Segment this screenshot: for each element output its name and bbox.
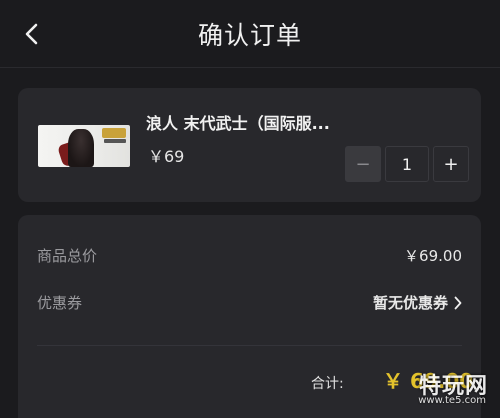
coupon-label: 优惠券 bbox=[37, 294, 83, 312]
subtotal-label: 商品总价 bbox=[37, 247, 98, 265]
product-name[interactable]: 浪人 末代武士（国际服... bbox=[146, 110, 366, 134]
decrease-quantity-button[interactable]: − bbox=[345, 146, 381, 182]
coupon-value: 暂无优惠券 bbox=[372, 294, 448, 312]
subtotal-value: ￥69.00 bbox=[404, 247, 462, 265]
quantity-value[interactable]: 1 bbox=[385, 146, 429, 182]
product-thumbnail[interactable] bbox=[38, 125, 130, 167]
coupon-row[interactable]: 优惠券 暂无优惠券 bbox=[37, 292, 462, 316]
divider bbox=[37, 345, 462, 346]
watermark-logo: 特玩网 www.te5.com bbox=[380, 366, 492, 412]
subtotal-row: 商品总价 ￥69.00 bbox=[37, 245, 462, 269]
increase-quantity-button[interactable]: + bbox=[433, 146, 469, 182]
chevron-right-icon bbox=[454, 296, 462, 309]
order-confirm-page: 确认订单 浪人 末代武士（国际服... ￥69 − 1 + 商品总价 ￥69.0… bbox=[0, 0, 500, 418]
watermark-url: www.te5.com bbox=[418, 395, 486, 406]
header-bar: 确认订单 bbox=[0, 0, 500, 68]
page-title: 确认订单 bbox=[197, 21, 302, 50]
grand-total-label: 合计: bbox=[311, 376, 344, 392]
quantity-stepper: − 1 + bbox=[345, 146, 469, 182]
product-card: 浪人 末代武士（国际服... ￥69 − 1 + bbox=[18, 88, 481, 202]
product-price: ￥69 bbox=[148, 147, 185, 166]
coupon-selector[interactable]: 暂无优惠券 bbox=[373, 292, 462, 313]
